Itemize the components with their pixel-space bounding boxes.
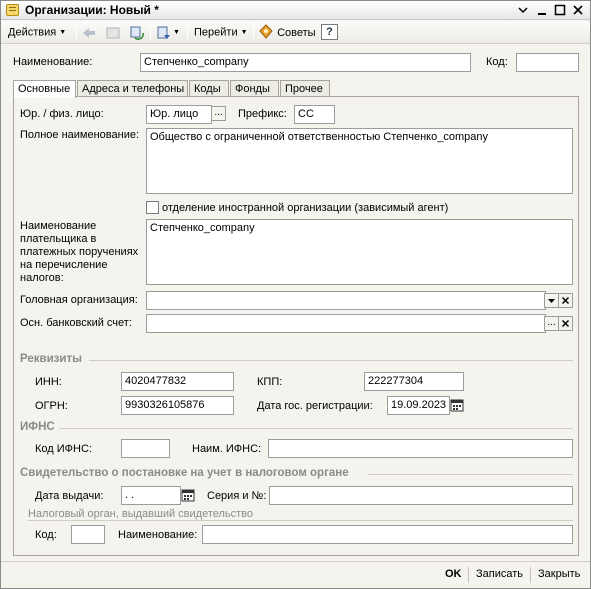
full-name-field[interactable]: Общество с ограниченной ответственностью… <box>146 128 573 194</box>
legal-type-label: Юр. / физ. лицо: <box>20 108 104 120</box>
actions-menu-button[interactable]: Действия ▼ <box>8 24 66 41</box>
authority-name-label: Наименование: <box>118 529 198 541</box>
ifns-code-label: Код ИФНС: <box>35 443 92 455</box>
close-window-button[interactable] <box>570 2 586 18</box>
payer-name-field[interactable]: Степченко_company <box>146 219 573 285</box>
foreign-branch-checkbox[interactable] <box>146 201 159 214</box>
clear-icon <box>561 296 570 305</box>
name-field[interactable]: Степченко_company <box>140 53 471 72</box>
authority-code-label: Код: <box>35 529 57 541</box>
goto-label: Перейти <box>194 26 238 39</box>
series-field[interactable] <box>269 486 573 505</box>
tab-funds[interactable]: Фонды <box>230 80 279 97</box>
payer-name-label: Наименование плательщика в платежных пор… <box>20 220 139 284</box>
tips-button[interactable]: Советы <box>259 24 316 41</box>
maximize-icon <box>554 4 566 16</box>
save-button[interactable]: Записать <box>476 568 523 580</box>
reg-date-label: Дата гос. регистрации: <box>257 400 373 412</box>
full-name-label: Полное наименование: <box>20 129 140 141</box>
catalog-icon <box>6 4 19 16</box>
tab-codes[interactable]: Коды <box>189 80 229 97</box>
prefix-label: Префикс: <box>238 108 287 120</box>
organization-form-window: Организации: Новый * Действия ▼ ▼ Перейти… <box>0 0 591 589</box>
ogrn-label: ОГРН: <box>35 400 68 412</box>
tab-addresses[interactable]: Адреса и телефоны <box>77 80 188 97</box>
goto-menu-button[interactable]: Перейти ▼ <box>194 24 248 41</box>
minimize-icon <box>538 13 546 15</box>
issue-date-label: Дата выдачи: <box>35 490 104 502</box>
chevron-down-icon <box>548 299 555 303</box>
kpp-field[interactable]: 222277304 <box>364 372 464 391</box>
actions-label: Действия <box>8 26 57 39</box>
series-label: Серия и №: <box>207 490 267 502</box>
issue-date-field[interactable]: . . <box>121 486 181 505</box>
chevron-down-icon <box>518 7 528 14</box>
window-menu-button[interactable] <box>515 2 531 18</box>
legal-type-field[interactable]: Юр. лицо <box>146 105 212 124</box>
inn-label: ИНН: <box>35 376 62 388</box>
ogrn-field[interactable]: 9930326105876 <box>121 396 234 415</box>
ifns-name-label: Наим. ИФНС: <box>192 443 262 455</box>
help-button[interactable]: ? <box>321 24 338 40</box>
document-arrow-icon[interactable] <box>156 25 172 40</box>
structure-icon[interactable] <box>105 25 121 40</box>
head-org-clear-button[interactable] <box>558 293 573 308</box>
head-org-label: Головная организация: <box>20 294 138 306</box>
toolbar: Действия ▼ ▼ Перейти ▼ Советы ? <box>1 21 590 44</box>
code-label: Код: <box>486 56 508 68</box>
name-label: Наименование: <box>13 56 93 68</box>
tips-label: Советы <box>277 27 316 39</box>
calendar-icon[interactable] <box>450 398 464 412</box>
foreign-branch-label: отделение иностранной организации (завис… <box>162 202 449 214</box>
bank-account-clear-button[interactable] <box>558 316 573 331</box>
head-org-field[interactable] <box>146 291 546 310</box>
tab-other[interactable]: Прочее <box>280 80 330 97</box>
ifns-section-title: ИФНС <box>20 421 55 433</box>
authority-name-field[interactable] <box>202 525 573 544</box>
arrow-left-icon[interactable] <box>81 25 97 40</box>
authority-code-field[interactable] <box>71 525 105 544</box>
ifns-name-field[interactable] <box>268 439 573 458</box>
calendar-icon[interactable] <box>181 488 195 502</box>
code-field[interactable] <box>516 53 579 72</box>
bank-account-select-button[interactable]: ... <box>544 316 559 331</box>
reg-date-field[interactable]: 19.09.2023 <box>387 396 450 415</box>
requisites-section-title: Реквизиты <box>20 353 82 365</box>
ok-button[interactable]: OK <box>445 568 462 580</box>
more-actions-caret[interactable]: ▼ <box>173 24 180 41</box>
window-title: Организации: Новый * <box>25 3 159 17</box>
close-button[interactable]: Закрыть <box>538 568 580 580</box>
bank-account-field[interactable] <box>146 314 546 333</box>
copy-refresh-icon[interactable] <box>129 25 145 40</box>
tips-icon <box>259 24 273 39</box>
inn-field[interactable]: 4020477832 <box>121 372 234 391</box>
clear-icon <box>561 319 570 328</box>
head-org-dropdown-button[interactable] <box>544 293 559 308</box>
tab-main[interactable]: Основные <box>13 80 76 98</box>
legal-type-select-button[interactable]: ... <box>211 106 226 121</box>
footer-bar: OK Записать Закрыть <box>1 561 590 588</box>
authority-subsection-title: Налоговый орган, выдавший свидетельство <box>28 508 254 520</box>
title-bar: Организации: Новый * <box>1 1 590 20</box>
certificate-section-title: Свидетельство о постановке на учет в нал… <box>20 467 349 479</box>
prefix-field[interactable]: СС <box>294 105 335 124</box>
ifns-code-field[interactable] <box>121 439 170 458</box>
close-icon <box>573 5 583 15</box>
minimize-button[interactable] <box>534 2 550 18</box>
maximize-button[interactable] <box>552 2 568 18</box>
bank-account-label: Осн. банковский счет: <box>20 317 132 329</box>
kpp-label: КПП: <box>257 376 283 388</box>
